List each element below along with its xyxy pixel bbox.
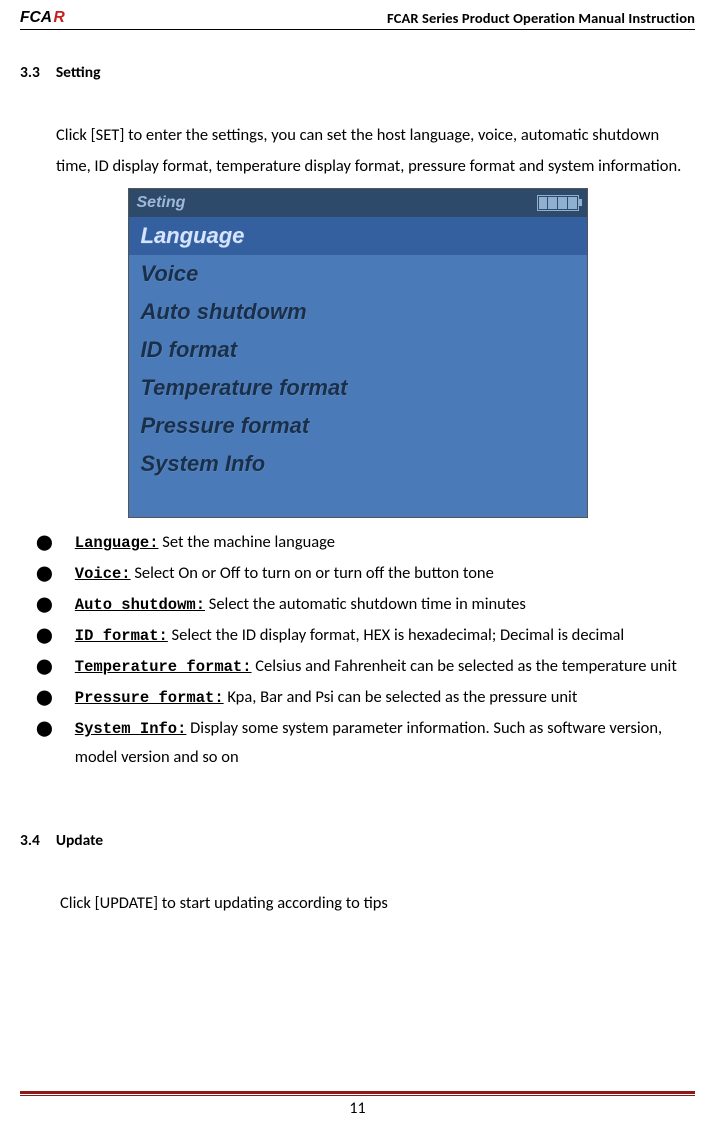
bullet-icon: ⬤ (36, 684, 53, 712)
bullet-icon: ⬤ (36, 715, 53, 743)
section-title: Update (56, 831, 103, 850)
list-item: ⬤ Auto shutdowm: Select the automatic sh… (36, 590, 687, 619)
bullet-content: Pressure format: Kpa, Bar and Psi can be… (75, 683, 687, 712)
svg-text:FCA: FCA (20, 9, 52, 26)
list-item: ⬤ Language: Set the machine language (36, 528, 687, 557)
list-item: ⬤ Voice: Select On or Off to turn on or … (36, 559, 687, 588)
list-item: ⬤ System Info: Display some system param… (36, 714, 687, 771)
section-heading-update: 3.4 Update (20, 831, 695, 850)
page-header: FCA R FCAR Series Product Operation Manu… (0, 0, 715, 29)
menu-item-auto-shutdown: Auto shutdowm (129, 293, 587, 331)
footer-rule-thick (20, 1091, 695, 1094)
bullet-desc: Select the automatic shutdown time in mi… (205, 594, 526, 614)
bullet-desc: Celsius and Fahrenheit can be selected a… (252, 656, 677, 676)
bullet-label: ID format: (75, 627, 168, 645)
bullet-icon: ⬤ (36, 591, 53, 619)
update-intro-paragraph: Click [UPDATE] to start updating accordi… (60, 888, 695, 919)
section-number: 3.4 (20, 831, 40, 850)
bullet-content: Temperature format: Celsius and Fahrenhe… (75, 652, 687, 681)
section-title: Setting (56, 63, 101, 82)
bullet-icon: ⬤ (36, 560, 53, 588)
page-number: 11 (20, 1099, 695, 1118)
menu-item-voice: Voice (129, 255, 587, 293)
bullet-content: System Info: Display some system paramet… (75, 714, 687, 771)
bullet-label: Voice: (75, 565, 131, 583)
menu-item-system-info: System Info (129, 445, 587, 483)
bullet-icon: ⬤ (36, 529, 53, 557)
bullet-desc: Select the ID display format, HEX is hex… (168, 625, 624, 645)
bullet-label: Auto shutdowm: (75, 596, 205, 614)
bullet-desc: Set the machine language (159, 532, 336, 552)
bullet-list: ⬤ Language: Set the machine language ⬤ V… (36, 528, 687, 771)
bullet-content: ID format: Select the ID display format,… (75, 621, 687, 650)
menu-item-pressure-format: Pressure format (129, 407, 587, 445)
bullet-label: Temperature format: (75, 658, 252, 676)
bullet-icon: ⬤ (36, 622, 53, 650)
bullet-label: System Info: (75, 720, 187, 738)
menu-item-language: Language (129, 217, 587, 255)
section-heading-setting: 3.3 Setting (20, 63, 695, 82)
menu-item-temperature-format: Temperature format (129, 369, 587, 407)
bullet-desc: Select On or Off to turn on or turn off … (131, 563, 494, 583)
section-number: 3.3 (20, 63, 40, 82)
list-item: ⬤ ID format: Select the ID display forma… (36, 621, 687, 650)
battery-icon (537, 195, 579, 211)
bullet-label: Pressure format: (75, 689, 224, 707)
menu-item-id-format: ID format (129, 331, 587, 369)
setting-intro-paragraph: Click [SET] to enter the settings, you c… (56, 120, 687, 182)
svg-text:R: R (54, 9, 66, 26)
bullet-content: Voice: Select On or Off to turn on or tu… (75, 559, 687, 588)
page-footer: 11 (20, 1091, 695, 1118)
header-title: FCAR Series Product Operation Manual Ins… (387, 9, 695, 27)
footer-rule-thin (20, 1095, 695, 1096)
bullet-label: Language: (75, 534, 159, 552)
device-screenshot: Seting Language Voice Auto shutdowm ID f… (128, 188, 588, 518)
bullet-desc: Kpa, Bar and Psi can be selected as the … (224, 687, 578, 707)
brand-logo: FCA R (20, 8, 98, 27)
screenshot-title: Seting (137, 194, 186, 212)
bullet-content: Auto shutdowm: Select the automatic shut… (75, 590, 687, 619)
bullet-content: Language: Set the machine language (75, 528, 687, 557)
screenshot-container: Seting Language Voice Auto shutdowm ID f… (20, 188, 695, 518)
page-content: 3.3 Setting Click [SET] to enter the sett… (0, 30, 715, 919)
list-item: ⬤ Pressure format: Kpa, Bar and Psi can … (36, 683, 687, 712)
bullet-icon: ⬤ (36, 653, 53, 681)
screenshot-topbar: Seting (129, 189, 587, 217)
list-item: ⬤ Temperature format: Celsius and Fahren… (36, 652, 687, 681)
